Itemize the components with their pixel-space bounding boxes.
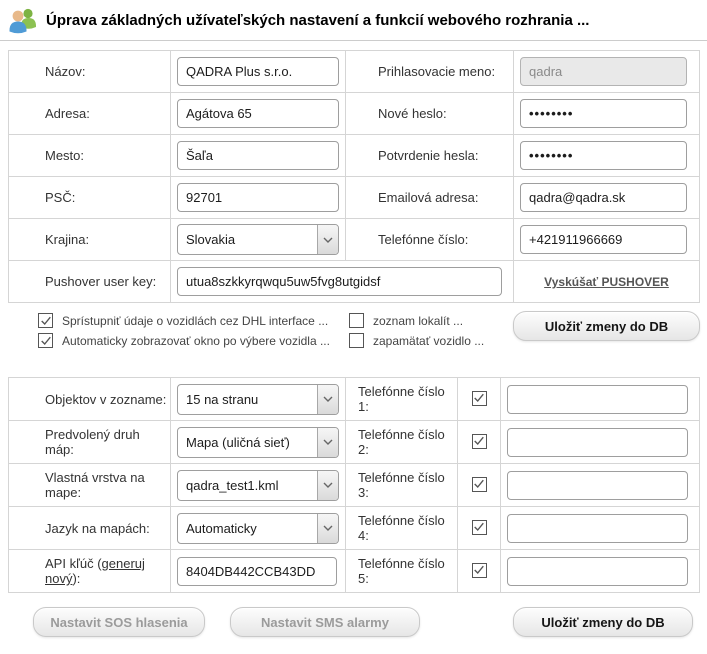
auto-window-label: Automaticky zobrazovať okno po výbere vo…: [62, 334, 330, 348]
email-input[interactable]: [520, 183, 687, 212]
chevron-down-icon: [317, 514, 338, 543]
new-password-label: Nové heslo:: [346, 93, 514, 135]
options-group-right: zoznam lokalít ... zapamätať vozidlo ...: [349, 313, 484, 353]
confirm-password-label: Potvrdenie hesla:: [346, 135, 514, 177]
zip-label: PSČ:: [9, 177, 171, 219]
login-label: Prihlasovacie meno:: [346, 51, 514, 93]
save-db-button-bottom[interactable]: Uložiť zmeny do DB: [513, 607, 693, 637]
table-row: API kľúč (generuj nový): Telefónne číslo…: [9, 550, 700, 593]
options-group-left: Sprístupniť údaje o vozidlách cez DHL in…: [38, 313, 330, 353]
options-section: Sprístupniť údaje o vozidlách cez DHL in…: [0, 303, 707, 375]
map-language-value: Automaticky: [178, 514, 317, 543]
phone1-input[interactable]: [507, 385, 688, 414]
dhl-interface-checkbox[interactable]: [38, 313, 53, 328]
map-language-select[interactable]: Automaticky: [177, 513, 339, 544]
email-label: Emailová adresa:: [346, 177, 514, 219]
objects-per-page-label: Objektov v zozname:: [9, 378, 171, 421]
map-settings-table: Objektov v zozname: 15 na stranu Telefón…: [8, 377, 700, 593]
api-key-label-suffix: ):: [72, 571, 80, 586]
api-key-label: API kľúč (generuj nový):: [9, 550, 171, 593]
table-row: Krajina: Slovakia Telefónne číslo:: [9, 219, 700, 261]
chevron-down-icon: [317, 428, 338, 457]
locations-list-checkbox[interactable]: [349, 313, 364, 328]
sos-settings-button[interactable]: Nastavit SOS hlasenia: [33, 607, 205, 637]
table-row: Názov: Prihlasovacie meno:: [9, 51, 700, 93]
page-title: Úprava základných užívateľských nastaven…: [46, 12, 589, 29]
zip-input[interactable]: [177, 183, 339, 212]
auto-window-checkbox[interactable]: [38, 333, 53, 348]
chevron-down-icon: [317, 385, 338, 414]
custom-layer-label: Vlastná vrstva na mape:: [9, 464, 171, 507]
name-input[interactable]: [177, 57, 339, 86]
phone-label: Telefónne číslo:: [346, 219, 514, 261]
footer-actions: Nastavit SOS hlasenia Nastavit SMS alarm…: [0, 593, 707, 654]
custom-layer-value: qadra_test1.kml: [178, 471, 317, 500]
map-type-value: Mapa (uličná sieť): [178, 428, 317, 457]
user-settings-table: Názov: Prihlasovacie meno: Adresa: Nové …: [8, 50, 700, 303]
confirm-password-input[interactable]: [520, 141, 687, 170]
table-row: Mesto: Potvrdenie hesla:: [9, 135, 700, 177]
test-pushover-link[interactable]: Vyskúšať PUSHOVER: [544, 275, 669, 289]
phone3-label: Telefónne číslo 3:: [346, 464, 458, 507]
users-icon: [8, 6, 38, 34]
map-language-label: Jazyk na mapách:: [9, 507, 171, 550]
custom-layer-select[interactable]: qadra_test1.kml: [177, 470, 339, 501]
objects-per-page-select[interactable]: 15 na stranu: [177, 384, 339, 415]
phone4-checkbox[interactable]: [472, 520, 487, 535]
table-row: PSČ: Emailová adresa:: [9, 177, 700, 219]
api-key-input[interactable]: [177, 557, 337, 586]
pushover-key-input[interactable]: [177, 267, 502, 296]
pushover-key-label: Pushover user key:: [9, 261, 171, 303]
phone5-label: Telefónne číslo 5:: [346, 550, 458, 593]
remember-vehicle-checkbox[interactable]: [349, 333, 364, 348]
phone1-checkbox[interactable]: [472, 391, 487, 406]
country-select[interactable]: Slovakia: [177, 224, 339, 255]
map-type-label: Predvolený druh máp:: [9, 421, 171, 464]
phone3-checkbox[interactable]: [472, 477, 487, 492]
name-label: Názov:: [9, 51, 171, 93]
list-item: zoznam lokalít ...: [349, 313, 484, 328]
list-item: Sprístupniť údaje o vozidlách cez DHL in…: [38, 313, 330, 328]
address-input[interactable]: [177, 99, 339, 128]
objects-per-page-value: 15 na stranu: [178, 385, 317, 414]
country-select-value: Slovakia: [178, 225, 317, 254]
table-row: Adresa: Nové heslo:: [9, 93, 700, 135]
new-password-input[interactable]: [520, 99, 687, 128]
city-label: Mesto:: [9, 135, 171, 177]
locations-list-label: zoznam lokalít ...: [373, 314, 463, 328]
sms-alarms-button[interactable]: Nastavit SMS alarmy: [230, 607, 420, 637]
dhl-interface-label: Sprístupniť údaje o vozidlách cez DHL in…: [62, 314, 328, 328]
phone1-label: Telefónne číslo 1:: [346, 378, 458, 421]
phone4-input[interactable]: [507, 514, 688, 543]
api-key-label-prefix: API kľúč (: [45, 556, 102, 571]
phone-input[interactable]: [520, 225, 687, 254]
phone2-checkbox[interactable]: [472, 434, 487, 449]
list-item: Automaticky zobrazovať okno po výbere vo…: [38, 333, 330, 348]
map-type-select[interactable]: Mapa (uličná sieť): [177, 427, 339, 458]
phone2-label: Telefónne číslo 2:: [346, 421, 458, 464]
table-row: Vlastná vrstva na mape: qadra_test1.kml …: [9, 464, 700, 507]
city-input[interactable]: [177, 141, 339, 170]
table-row: Jazyk na mapách: Automaticky Telefónne č…: [9, 507, 700, 550]
page-header: Úprava základných užívateľských nastaven…: [0, 0, 707, 41]
chevron-down-icon: [317, 471, 338, 500]
phone5-checkbox[interactable]: [472, 563, 487, 578]
address-label: Adresa:: [9, 93, 171, 135]
phone3-input[interactable]: [507, 471, 688, 500]
phone5-input[interactable]: [507, 557, 688, 586]
table-row: Predvolený druh máp: Mapa (uličná sieť) …: [9, 421, 700, 464]
table-row: Objektov v zozname: 15 na stranu Telefón…: [9, 378, 700, 421]
phone2-input[interactable]: [507, 428, 688, 457]
login-input: [520, 57, 687, 86]
remember-vehicle-label: zapamätať vozidlo ...: [373, 334, 484, 348]
phone4-label: Telefónne číslo 4:: [346, 507, 458, 550]
country-label: Krajina:: [9, 219, 171, 261]
list-item: zapamätať vozidlo ...: [349, 333, 484, 348]
table-row: Pushover user key: Vyskúšať PUSHOVER: [9, 261, 700, 303]
save-db-button-top[interactable]: Uložiť zmeny do DB: [513, 311, 700, 341]
chevron-down-icon: [317, 225, 338, 254]
